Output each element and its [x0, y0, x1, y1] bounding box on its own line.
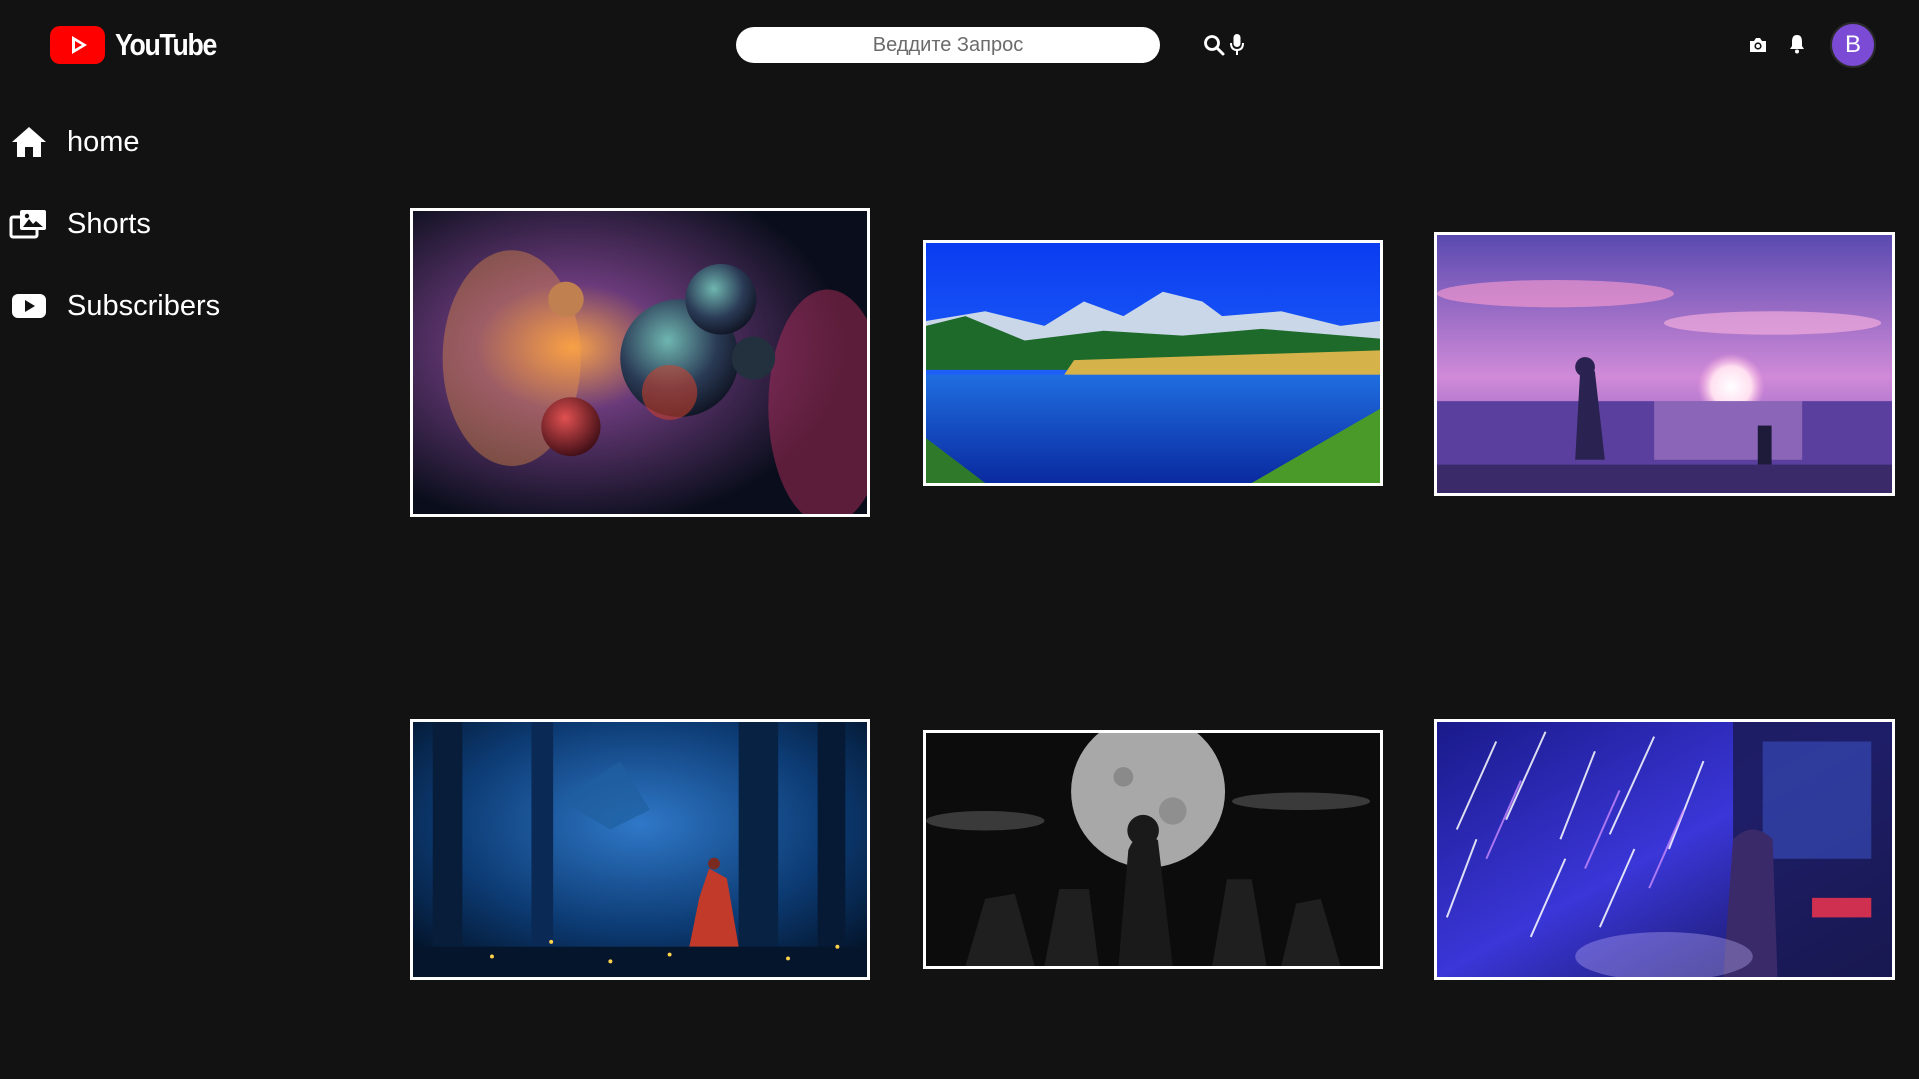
sidebar-item-shorts[interactable]: Shorts	[9, 206, 151, 242]
meteor-shower-image	[1437, 722, 1892, 977]
mountain-lake-image	[926, 243, 1380, 483]
youtube-home-page: YouTube B	[0, 0, 1919, 1079]
youtube-logo[interactable]: YouTube	[50, 26, 233, 64]
video-thumbnail[interactable]	[923, 240, 1383, 486]
sidebar-item-label: Shorts	[67, 207, 151, 240]
camera-icon[interactable]	[1747, 35, 1769, 55]
video-thumbnail[interactable]	[923, 730, 1383, 969]
bell-icon[interactable]	[1787, 33, 1807, 55]
video-thumbnail[interactable]	[1434, 232, 1895, 496]
space-planets-image	[413, 211, 867, 514]
avatar-letter: B	[1844, 31, 1861, 58]
sidebar-item-subscribers[interactable]: Subscribers	[9, 288, 220, 324]
anime-sunset-image	[1437, 235, 1892, 493]
microphone-icon[interactable]	[1228, 32, 1246, 58]
youtube-play-logo-icon	[50, 26, 105, 64]
logo-text: YouTube	[115, 27, 217, 62]
video-thumbnail[interactable]	[410, 719, 870, 980]
shorts-icon	[9, 206, 49, 242]
sidebar-item-home[interactable]: home	[9, 124, 140, 160]
home-icon	[9, 124, 49, 160]
subscriptions-icon	[9, 288, 49, 324]
avatar[interactable]: B	[1830, 22, 1876, 68]
search-icon[interactable]	[1203, 33, 1225, 57]
search-input[interactable]	[736, 27, 1160, 63]
blue-forest-image	[413, 722, 867, 977]
video-thumbnail[interactable]	[1434, 719, 1895, 980]
moon-silhouettes-image	[926, 733, 1380, 966]
sidebar-item-label: home	[67, 125, 140, 158]
video-thumbnail[interactable]	[410, 208, 870, 517]
sidebar-item-label: Subscribers	[67, 289, 221, 322]
